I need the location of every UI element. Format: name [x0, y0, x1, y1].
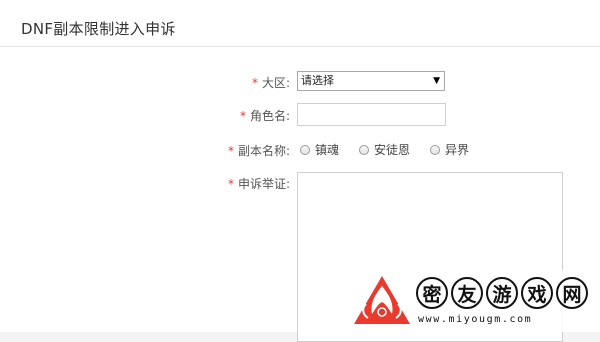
- radio-option[interactable]: 镇魂: [300, 141, 339, 158]
- role-name-input[interactable]: [297, 103, 446, 126]
- page-title: DNF副本限制进入申诉: [21, 20, 176, 38]
- appeal-panel: DNF副本限制进入申诉 * 大区: 请选择 ▼ * 角色名: * 副本名称: 镇魂 安…: [0, 0, 600, 342]
- radio-circle-icon[interactable]: [430, 144, 440, 155]
- required-mark: *: [239, 109, 246, 123]
- watermark-char: 密: [416, 277, 448, 309]
- radio-option-label: 安徒恩: [374, 143, 411, 157]
- region-selected-value: 请选择: [301, 74, 334, 87]
- watermark-url: www.miyougm.com: [418, 314, 533, 325]
- watermark-char: 戏: [521, 277, 553, 309]
- panel-header: DNF副本限制进入申诉: [0, 0, 600, 47]
- required-mark: *: [227, 144, 234, 158]
- watermark-logo-icon: [354, 276, 410, 324]
- radio-option[interactable]: 异界: [430, 141, 469, 158]
- radio-circle-icon[interactable]: [300, 144, 310, 155]
- region-label: 大区:: [261, 76, 290, 90]
- dropdown-arrow-icon: ▼: [433, 76, 440, 86]
- watermark-char: 网: [556, 277, 588, 309]
- evidence-label: 申诉举证:: [237, 177, 290, 191]
- watermark-char: 游: [486, 277, 518, 309]
- required-mark: *: [227, 177, 234, 191]
- role-name-label-row: * 角色名:: [240, 107, 290, 124]
- radio-circle-icon[interactable]: [359, 144, 369, 155]
- radio-option[interactable]: 安徒恩: [359, 141, 410, 158]
- site-watermark: 密 友 游 戏 网 www.miyougm.com: [348, 270, 600, 332]
- radio-option-label: 镇魂: [315, 143, 340, 157]
- role-name-label: 角色名:: [249, 109, 290, 123]
- dungeon-label-row: * 副本名称:: [228, 142, 290, 159]
- region-select[interactable]: 请选择 ▼: [297, 71, 445, 91]
- evidence-label-row: * 申诉举证:: [228, 175, 290, 192]
- radio-option-label: 异界: [445, 143, 470, 157]
- watermark-brand-chars: 密 友 游 戏 网: [416, 277, 591, 309]
- region-label-row: * 大区:: [252, 74, 290, 91]
- dungeon-label: 副本名称:: [237, 144, 290, 158]
- required-mark: *: [251, 76, 258, 90]
- watermark-char: 友: [451, 277, 483, 309]
